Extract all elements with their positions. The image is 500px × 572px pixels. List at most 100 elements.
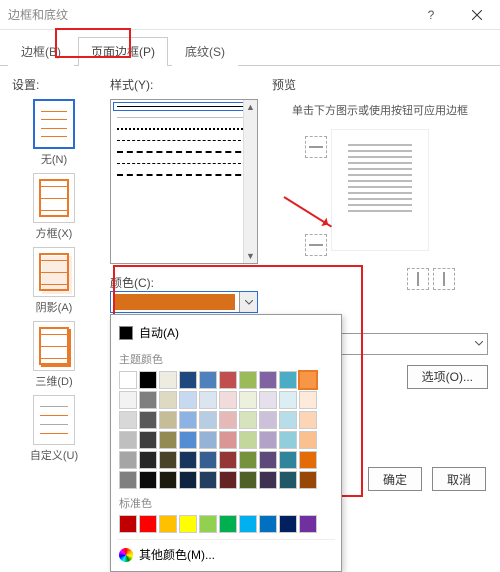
more-colors[interactable]: 其他颜色(M)...: [117, 539, 335, 565]
theme-swatch[interactable]: [259, 431, 277, 449]
setting-none[interactable]: 无(N): [12, 99, 96, 167]
theme-swatch[interactable]: [219, 391, 237, 409]
theme-colors-header: 主题颜色: [117, 347, 335, 369]
theme-swatch[interactable]: [139, 411, 157, 429]
theme-swatch[interactable]: [299, 451, 317, 469]
tab-shading[interactable]: 底纹(S): [172, 37, 238, 66]
standard-swatch[interactable]: [259, 515, 277, 533]
theme-swatch[interactable]: [239, 391, 257, 409]
theme-swatch[interactable]: [219, 431, 237, 449]
standard-swatch[interactable]: [119, 515, 137, 533]
theme-swatch[interactable]: [139, 371, 157, 389]
theme-swatch[interactable]: [179, 411, 197, 429]
standard-swatch[interactable]: [279, 515, 297, 533]
edge-top-button[interactable]: [305, 136, 327, 158]
standard-swatch[interactable]: [199, 515, 217, 533]
theme-swatch[interactable]: [159, 471, 177, 489]
theme-swatch[interactable]: [299, 371, 317, 389]
theme-swatch[interactable]: [239, 371, 257, 389]
theme-swatch[interactable]: [279, 391, 297, 409]
theme-color-grid: [117, 369, 335, 491]
standard-swatch[interactable]: [239, 515, 257, 533]
color-auto[interactable]: 自动(A): [117, 321, 335, 347]
theme-swatch[interactable]: [299, 471, 317, 489]
standard-swatch[interactable]: [159, 515, 177, 533]
setting-shadow[interactable]: 阴影(A): [12, 247, 96, 315]
theme-swatch[interactable]: [259, 371, 277, 389]
scroll-down-button[interactable]: ▼: [244, 249, 257, 263]
theme-swatch[interactable]: [159, 451, 177, 469]
close-button[interactable]: [454, 0, 500, 30]
theme-swatch[interactable]: [239, 431, 257, 449]
scroll-up-button[interactable]: ▲: [244, 100, 257, 114]
theme-swatch[interactable]: [119, 471, 137, 489]
theme-swatch[interactable]: [119, 431, 137, 449]
edge-left-button[interactable]: [407, 268, 429, 290]
theme-swatch[interactable]: [299, 431, 317, 449]
theme-swatch[interactable]: [259, 471, 277, 489]
theme-swatch[interactable]: [179, 431, 197, 449]
theme-swatch[interactable]: [279, 471, 297, 489]
theme-swatch[interactable]: [179, 471, 197, 489]
theme-swatch[interactable]: [199, 371, 217, 389]
theme-swatch[interactable]: [179, 391, 197, 409]
cancel-button[interactable]: 取消: [432, 467, 486, 491]
theme-swatch[interactable]: [159, 391, 177, 409]
standard-swatch[interactable]: [219, 515, 237, 533]
theme-swatch[interactable]: [259, 411, 277, 429]
theme-swatch[interactable]: [139, 451, 157, 469]
setting-three-d[interactable]: 三维(D): [12, 321, 96, 389]
theme-swatch[interactable]: [239, 411, 257, 429]
theme-swatch[interactable]: [199, 391, 217, 409]
theme-swatch[interactable]: [199, 451, 217, 469]
theme-swatch[interactable]: [179, 451, 197, 469]
theme-swatch[interactable]: [139, 471, 157, 489]
theme-swatch[interactable]: [139, 431, 157, 449]
tab-page-border[interactable]: 页面边框(P): [78, 37, 168, 66]
theme-swatch[interactable]: [279, 431, 297, 449]
color-dropdown[interactable]: 自动(A) 主题颜色 标准色 其他颜色(M)...: [110, 291, 258, 313]
theme-swatch[interactable]: [119, 451, 137, 469]
style-listbox[interactable]: ▲ ▼: [110, 99, 258, 264]
theme-swatch[interactable]: [119, 371, 137, 389]
edge-bottom-button[interactable]: [305, 234, 327, 256]
theme-swatch[interactable]: [119, 411, 137, 429]
theme-swatch[interactable]: [279, 411, 297, 429]
theme-swatch[interactable]: [239, 451, 257, 469]
help-button[interactable]: ?: [408, 0, 454, 30]
options-button[interactable]: 选项(O)...: [407, 365, 488, 389]
theme-swatch[interactable]: [159, 371, 177, 389]
edge-right-button[interactable]: [433, 268, 455, 290]
theme-swatch[interactable]: [279, 451, 297, 469]
theme-swatch[interactable]: [199, 471, 217, 489]
theme-swatch[interactable]: [239, 471, 257, 489]
theme-swatch[interactable]: [199, 411, 217, 429]
theme-swatch[interactable]: [219, 411, 237, 429]
ok-button[interactable]: 确定: [368, 467, 422, 491]
theme-swatch[interactable]: [159, 411, 177, 429]
standard-swatch[interactable]: [179, 515, 197, 533]
theme-swatch[interactable]: [119, 391, 137, 409]
theme-swatch[interactable]: [259, 451, 277, 469]
color-popup: 自动(A) 主题颜色 标准色 其他颜色(M)...: [110, 314, 342, 572]
theme-swatch[interactable]: [139, 391, 157, 409]
theme-swatch[interactable]: [179, 371, 197, 389]
setting-box[interactable]: 方框(X): [12, 173, 96, 241]
chevron-down-icon: [475, 341, 483, 346]
theme-swatch[interactable]: [219, 471, 237, 489]
theme-swatch[interactable]: [299, 391, 317, 409]
setting-custom[interactable]: 自定义(U): [12, 395, 96, 463]
theme-swatch[interactable]: [259, 391, 277, 409]
theme-swatch[interactable]: [279, 371, 297, 389]
color-label: 颜色(C):: [110, 276, 154, 290]
tab-borders[interactable]: 边框(B): [8, 37, 74, 66]
standard-swatch[interactable]: [299, 515, 317, 533]
chevron-down-icon[interactable]: [239, 292, 257, 312]
standard-swatch[interactable]: [139, 515, 157, 533]
selected-color-swatch: [115, 294, 235, 310]
theme-swatch[interactable]: [199, 431, 217, 449]
theme-swatch[interactable]: [299, 411, 317, 429]
theme-swatch[interactable]: [159, 431, 177, 449]
theme-swatch[interactable]: [219, 371, 237, 389]
theme-swatch[interactable]: [219, 451, 237, 469]
